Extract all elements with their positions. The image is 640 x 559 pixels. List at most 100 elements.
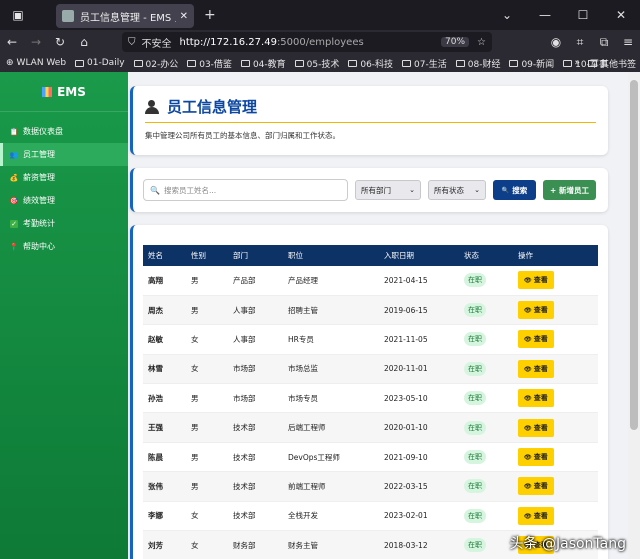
view-button[interactable]: 👁 查看 xyxy=(518,271,554,290)
forward-icon[interactable]: → xyxy=(24,30,48,54)
main-content: 员工信息管理 集中管理公司所有员工的基本信息、部门归属和工作状态。 🔍 搜索员工… xyxy=(130,86,608,559)
table-row[interactable]: 张伟 男 技术部 前端工程师 2022-03-15 在职 👁 查看 xyxy=(143,471,598,502)
department-cell: 技术部 xyxy=(233,511,256,521)
table-row[interactable]: 高翔 男 产品部 产品经理 2021-04-15 在职 👁 查看 xyxy=(143,266,598,296)
bookmark-folder[interactable]: 03-借鉴 xyxy=(187,57,232,70)
crop-icon[interactable]: ⌗ xyxy=(568,30,592,54)
hire-date-cell: 2023-05-10 xyxy=(384,393,428,403)
position-cell: 招聘主管 xyxy=(288,305,318,315)
reload-icon[interactable]: ↻ xyxy=(48,30,72,54)
position-cell: HR专员 xyxy=(288,334,314,344)
status-cell: 在职 xyxy=(459,442,513,471)
department-cell: 人事部 xyxy=(233,334,256,344)
other-bookmarks[interactable]: » 其他书签 xyxy=(574,54,636,72)
view-button[interactable]: 👁 查看 xyxy=(518,359,554,378)
brand[interactable]: EMS xyxy=(0,72,128,112)
view-button-label: 查看 xyxy=(533,511,548,520)
hire-date-cell: 2020-01-10 xyxy=(384,423,428,433)
extensions-icon[interactable]: ⧉ xyxy=(592,30,616,54)
search-button[interactable]: 🔍 搜索 xyxy=(493,180,536,200)
back-icon[interactable]: ← xyxy=(0,30,24,54)
employee-name-cell: 张伟 xyxy=(148,481,163,491)
table-row[interactable]: 孙浩 男 市场部 市场专员 2023-05-10 在职 👁 查看 xyxy=(143,384,598,413)
view-button[interactable]: 👁 查看 xyxy=(518,330,554,349)
gender-cell: 女 xyxy=(191,511,199,521)
chevron-right-icon[interactable]: » xyxy=(574,58,580,68)
view-button[interactable]: 👁 查看 xyxy=(518,448,554,467)
sidebar-item-salary[interactable]: 💰 薪资管理 xyxy=(0,166,128,189)
department-select[interactable]: 所有部门 ⌄ xyxy=(355,180,421,200)
page-description: 集中管理公司所有员工的基本信息、部门归属和工作状态。 xyxy=(145,131,340,140)
add-employee-button[interactable]: + 新增员工 xyxy=(543,180,596,200)
department-cell: 技术部 xyxy=(233,452,256,462)
status-select-value: 所有状态 xyxy=(434,185,464,195)
tab-list-icon[interactable]: ▣ xyxy=(0,0,36,30)
folder-icon xyxy=(75,59,85,67)
bookmark-star-icon[interactable]: ☆ xyxy=(477,37,486,48)
minimize-icon[interactable]: — xyxy=(526,0,564,30)
column-header[interactable]: 状态 xyxy=(459,245,513,266)
table-row[interactable]: 陈晨 男 技术部 DevOps工程师 2021-09-10 在职 👁 查看 xyxy=(143,442,598,472)
bookmark-folder[interactable]: 09-新闻 xyxy=(509,57,554,70)
bookmark-item[interactable]: ⊕ WLAN Web xyxy=(6,58,66,68)
page-scrollbar[interactable] xyxy=(628,72,640,559)
close-tab-icon[interactable]: ✕ xyxy=(180,11,188,22)
status-select[interactable]: 所有状态 ⌄ xyxy=(428,180,486,200)
search-input[interactable]: 🔍 搜索员工姓名... xyxy=(143,179,348,201)
shield-icon[interactable]: ⛉ xyxy=(128,37,136,48)
search-icon: 🔍 xyxy=(501,186,510,194)
table-row[interactable]: 周杰 男 人事部 招聘主管 2019-06-15 在职 👁 查看 xyxy=(143,295,598,325)
column-header[interactable]: 职位 xyxy=(283,245,379,266)
column-header[interactable]: 性别 xyxy=(186,245,228,266)
zoom-level[interactable]: 70% xyxy=(441,37,470,47)
view-button[interactable]: 👁 查看 xyxy=(518,477,554,496)
eye-icon: 👁 xyxy=(524,424,534,432)
bookmark-folder[interactable]: 01-Daily xyxy=(75,58,125,68)
browser-tab-active[interactable]: 员工信息管理 - EMS 员工管理 ✕ xyxy=(56,4,194,28)
url-bar[interactable]: ⛉ 不安全 http://172.16.27.49:5000/employees… xyxy=(122,32,492,52)
bookmark-folder[interactable]: 07-生活 xyxy=(402,57,447,70)
bookmark-folder[interactable]: 05-技术 xyxy=(294,57,339,70)
view-button[interactable]: 👁 查看 xyxy=(518,301,554,320)
bookmark-folder[interactable]: 08-财经 xyxy=(455,57,500,70)
view-button[interactable]: 👁 查看 xyxy=(518,506,554,525)
view-button[interactable]: 👁 查看 xyxy=(518,389,554,408)
clipboard-icon: 📋 xyxy=(9,127,19,136)
column-header[interactable]: 操作 xyxy=(513,245,598,266)
table-header-row: 姓名 性别 部门 职位 入职日期 状态 操作 xyxy=(143,245,598,266)
close-window-icon[interactable]: ✕ xyxy=(602,0,640,30)
bookmark-folder[interactable]: 02-办公 xyxy=(133,57,178,70)
menu-icon[interactable]: ≡ xyxy=(616,30,640,54)
sidebar-item-employees[interactable]: 👥 员工管理 xyxy=(0,143,128,166)
table-row[interactable]: 赵敏 女 人事部 HR专员 2021-11-05 在职 👁 查看 xyxy=(143,325,598,355)
check-icon: ✓ xyxy=(10,219,18,228)
chevron-down-icon[interactable]: ⌄ xyxy=(488,0,526,30)
table-row[interactable]: 李娜 女 技术部 全栈开发 2023-02-01 在职 👁 查看 xyxy=(143,501,598,531)
home-icon[interactable]: ⌂ xyxy=(72,30,96,54)
bookmark-folder[interactable]: 06-科技 xyxy=(348,57,393,70)
department-cell: 财务部 xyxy=(233,540,256,550)
new-tab-icon[interactable]: + xyxy=(204,7,216,23)
view-button[interactable]: 👁 查看 xyxy=(518,418,554,437)
sidebar-item-label: 考勤统计 xyxy=(23,219,55,228)
sidebar-item-help[interactable]: 📍 帮助中心 xyxy=(0,235,128,258)
insecure-badge[interactable]: 不安全 xyxy=(142,35,172,50)
status-cell: 在职 xyxy=(459,501,513,530)
position-cell: 财务主管 xyxy=(288,540,318,550)
maximize-icon[interactable]: ☐ xyxy=(564,0,602,30)
account-icon[interactable]: ◉ xyxy=(544,30,568,54)
sidebar-item-dashboard[interactable]: 📋 数据仪表盘 xyxy=(0,120,128,143)
scrollbar-thumb[interactable] xyxy=(630,80,638,430)
table-row[interactable]: 林雪 女 市场部 市场总监 2020-11-01 在职 👁 查看 xyxy=(143,354,598,384)
sidebar-item-attendance[interactable]: ✓ 考勤统计 xyxy=(0,212,128,235)
column-header[interactable]: 入职日期 xyxy=(379,245,459,266)
action-cell: 👁 查看 xyxy=(513,413,598,442)
sidebar-item-performance[interactable]: 🎯 绩效管理 xyxy=(0,189,128,212)
department-cell: 技术部 xyxy=(233,481,256,491)
bookmark-folder[interactable]: 04-教育 xyxy=(240,57,286,70)
column-header[interactable]: 部门 xyxy=(228,245,283,266)
employee-table-card: 姓名 性别 部门 职位 入职日期 状态 操作 高翔男产品部 产品经理 2021-04… xyxy=(130,225,608,559)
column-header[interactable]: 姓名 xyxy=(143,245,186,266)
table-row[interactable]: 王强 男 技术部 后端工程师 2020-01-10 在职 👁 查看 xyxy=(143,412,598,443)
people-icon: 👥 xyxy=(9,150,19,159)
